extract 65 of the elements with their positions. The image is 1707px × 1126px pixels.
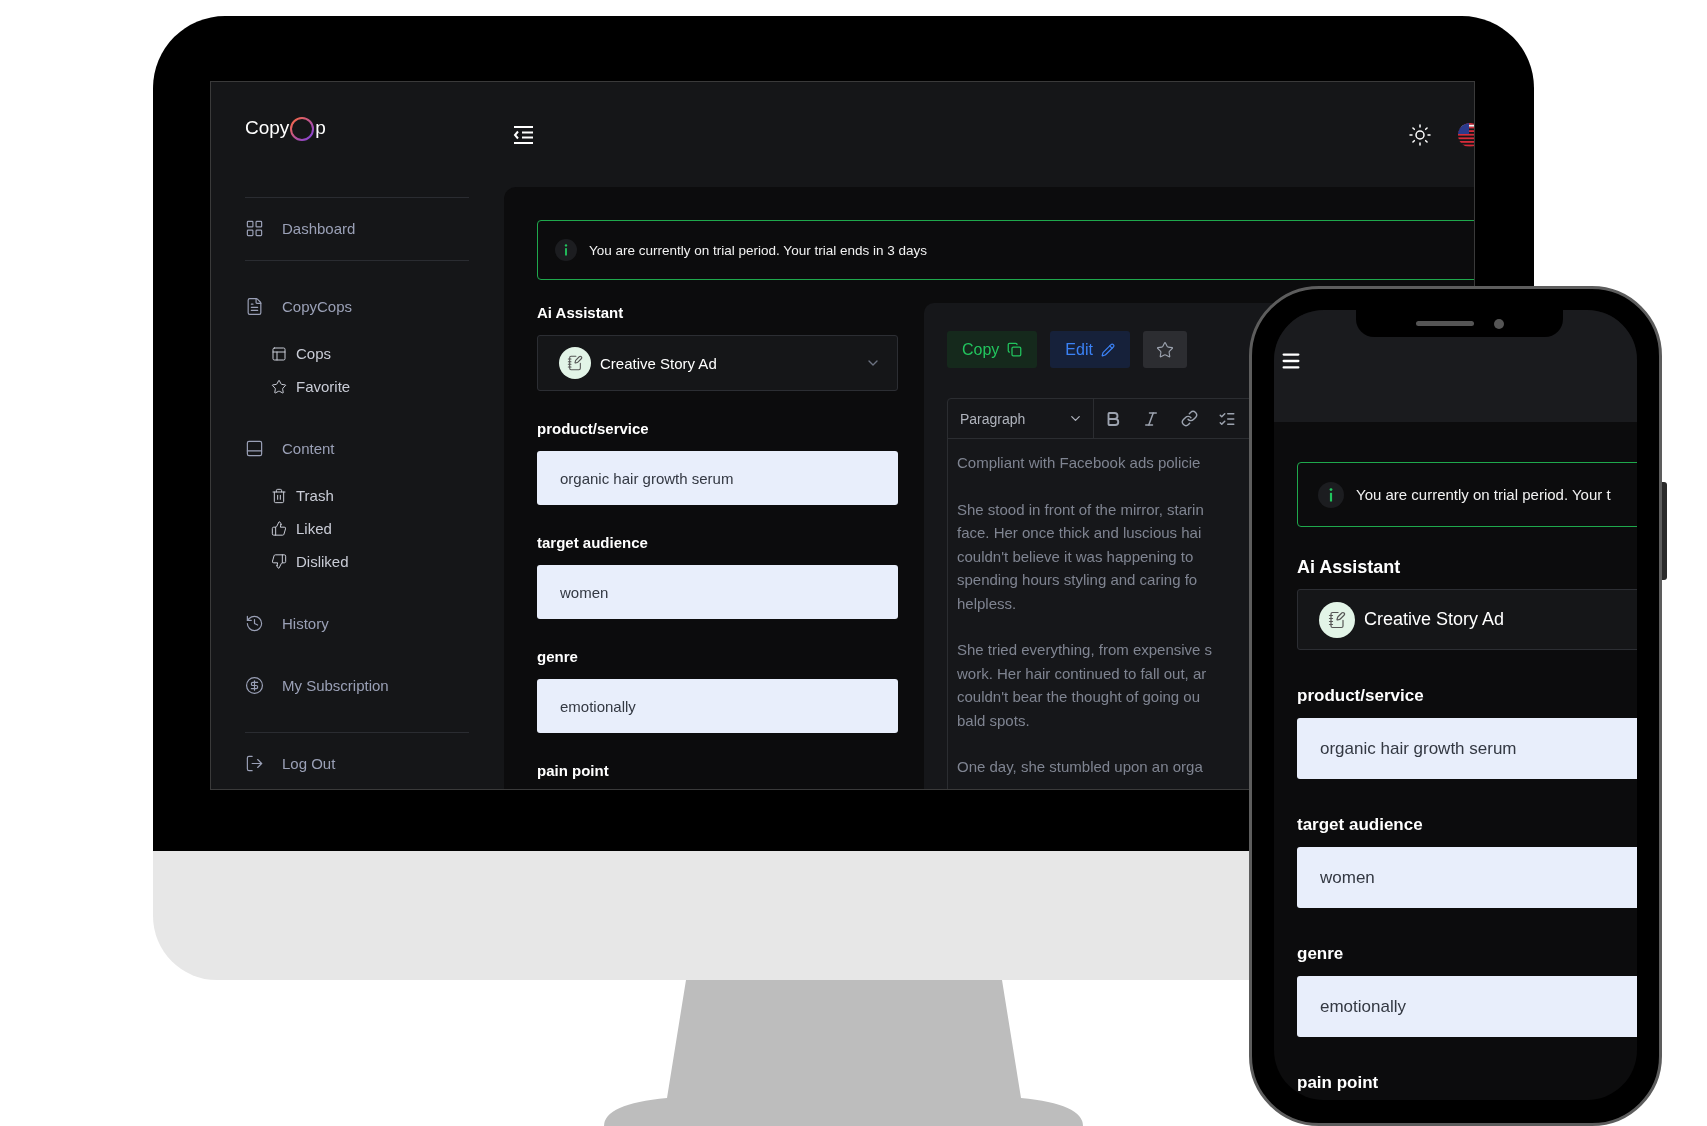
input-field[interactable]: organic hair growth serum — [1297, 718, 1637, 779]
field-label: pain point — [1297, 1073, 1380, 1093]
field-label: Ai Assistant — [537, 303, 625, 323]
thumbs-up-icon — [271, 520, 287, 537]
notebook-icon — [1328, 610, 1346, 629]
sidebar-item[interactable]: Log Out — [245, 746, 504, 780]
sidebar-subitem[interactable]: Liked — [271, 512, 504, 545]
field-label: target audience — [1297, 815, 1424, 835]
sun-icon[interactable] — [1408, 122, 1432, 147]
ring-icon — [289, 114, 316, 142]
input-field[interactable]: organic hair growth serum — [537, 451, 898, 505]
copy-button[interactable]: Copy — [947, 331, 1038, 368]
sidebar-item[interactable]: Content — [245, 431, 504, 465]
pencil-icon — [1100, 342, 1115, 357]
thumbs-down-icon — [271, 553, 287, 570]
sidebar-item[interactable]: CopyCops — [245, 289, 504, 323]
field-label: product/service — [1297, 686, 1425, 706]
field-label: genre — [537, 647, 579, 667]
sidebar-subitem[interactable]: Favorite — [271, 370, 504, 403]
logo-text: Copy — [245, 117, 290, 139]
paragraph-text: She stood in front of the mirror, starin face. Her once thick and luscious hai couldn't believe it was happening to spending hours styling and caring fo helpless. — [957, 499, 1204, 614]
paragraph-text: Compliant with Facebook ads policie — [957, 453, 1201, 473]
field-label: target audience — [537, 533, 649, 553]
logo-text: p — [315, 117, 326, 139]
sidebar-subitem[interactable]: Cops — [271, 337, 504, 370]
panels-icon — [271, 345, 287, 362]
field-label: genre — [1297, 944, 1345, 964]
banner-text: You are currently on trial period. Your trial ends in 3 days — [589, 242, 927, 258]
star-icon — [271, 378, 287, 395]
logout-icon — [245, 753, 264, 773]
info-icon — [1318, 481, 1344, 508]
speaker-grille — [1415, 321, 1474, 326]
history-icon — [245, 613, 264, 633]
star-button[interactable] — [1142, 331, 1187, 368]
menu-icon[interactable] — [1280, 350, 1302, 372]
sidebar-subitem[interactable]: Disliked — [271, 545, 504, 578]
input-field[interactable]: women — [537, 565, 898, 619]
notebook-icon — [567, 355, 583, 371]
field-label: Ai Assistant — [1297, 557, 1402, 577]
input-field[interactable]: emotionally — [537, 679, 898, 733]
dollar-icon — [245, 675, 264, 695]
format-select[interactable]: Paragraph — [948, 398, 1094, 439]
banner-text: You are currently on trial period. Your t — [1356, 486, 1611, 503]
assistant-select[interactable]: Creative Story Ad — [1297, 589, 1637, 650]
document-icon — [245, 296, 264, 316]
sidebar-item[interactable]: My Subscription — [245, 668, 504, 702]
paragraph-text: She tried everything, from expensive s work. Her hair continued to fall out, ar couldn't bear the thought of going ou bald spots. — [957, 640, 1213, 731]
copy-icon — [1007, 342, 1023, 357]
star-icon — [1155, 340, 1174, 359]
menu-icon[interactable] — [513, 125, 534, 144]
assistant-select[interactable]: Creative Story Ad — [537, 335, 898, 391]
paragraph-text: One day, she stumbled upon an orga — [957, 757, 1203, 777]
panel-icon — [245, 438, 264, 458]
info-icon — [555, 239, 577, 261]
input-field[interactable]: women — [1297, 847, 1637, 908]
grid-icon — [245, 218, 264, 238]
edit-button[interactable]: Edit — [1050, 331, 1130, 368]
sidebar-item[interactable]: Dashboard — [245, 211, 504, 245]
trash-icon — [271, 487, 287, 504]
sidebar-subitem[interactable]: Trash — [271, 479, 504, 512]
field-label: product/service — [537, 419, 650, 439]
camera-lens — [1493, 318, 1504, 329]
field-label: pain point — [537, 761, 610, 781]
input-field[interactable]: emotionally — [1297, 976, 1637, 1037]
sidebar-item[interactable]: History — [245, 606, 504, 640]
